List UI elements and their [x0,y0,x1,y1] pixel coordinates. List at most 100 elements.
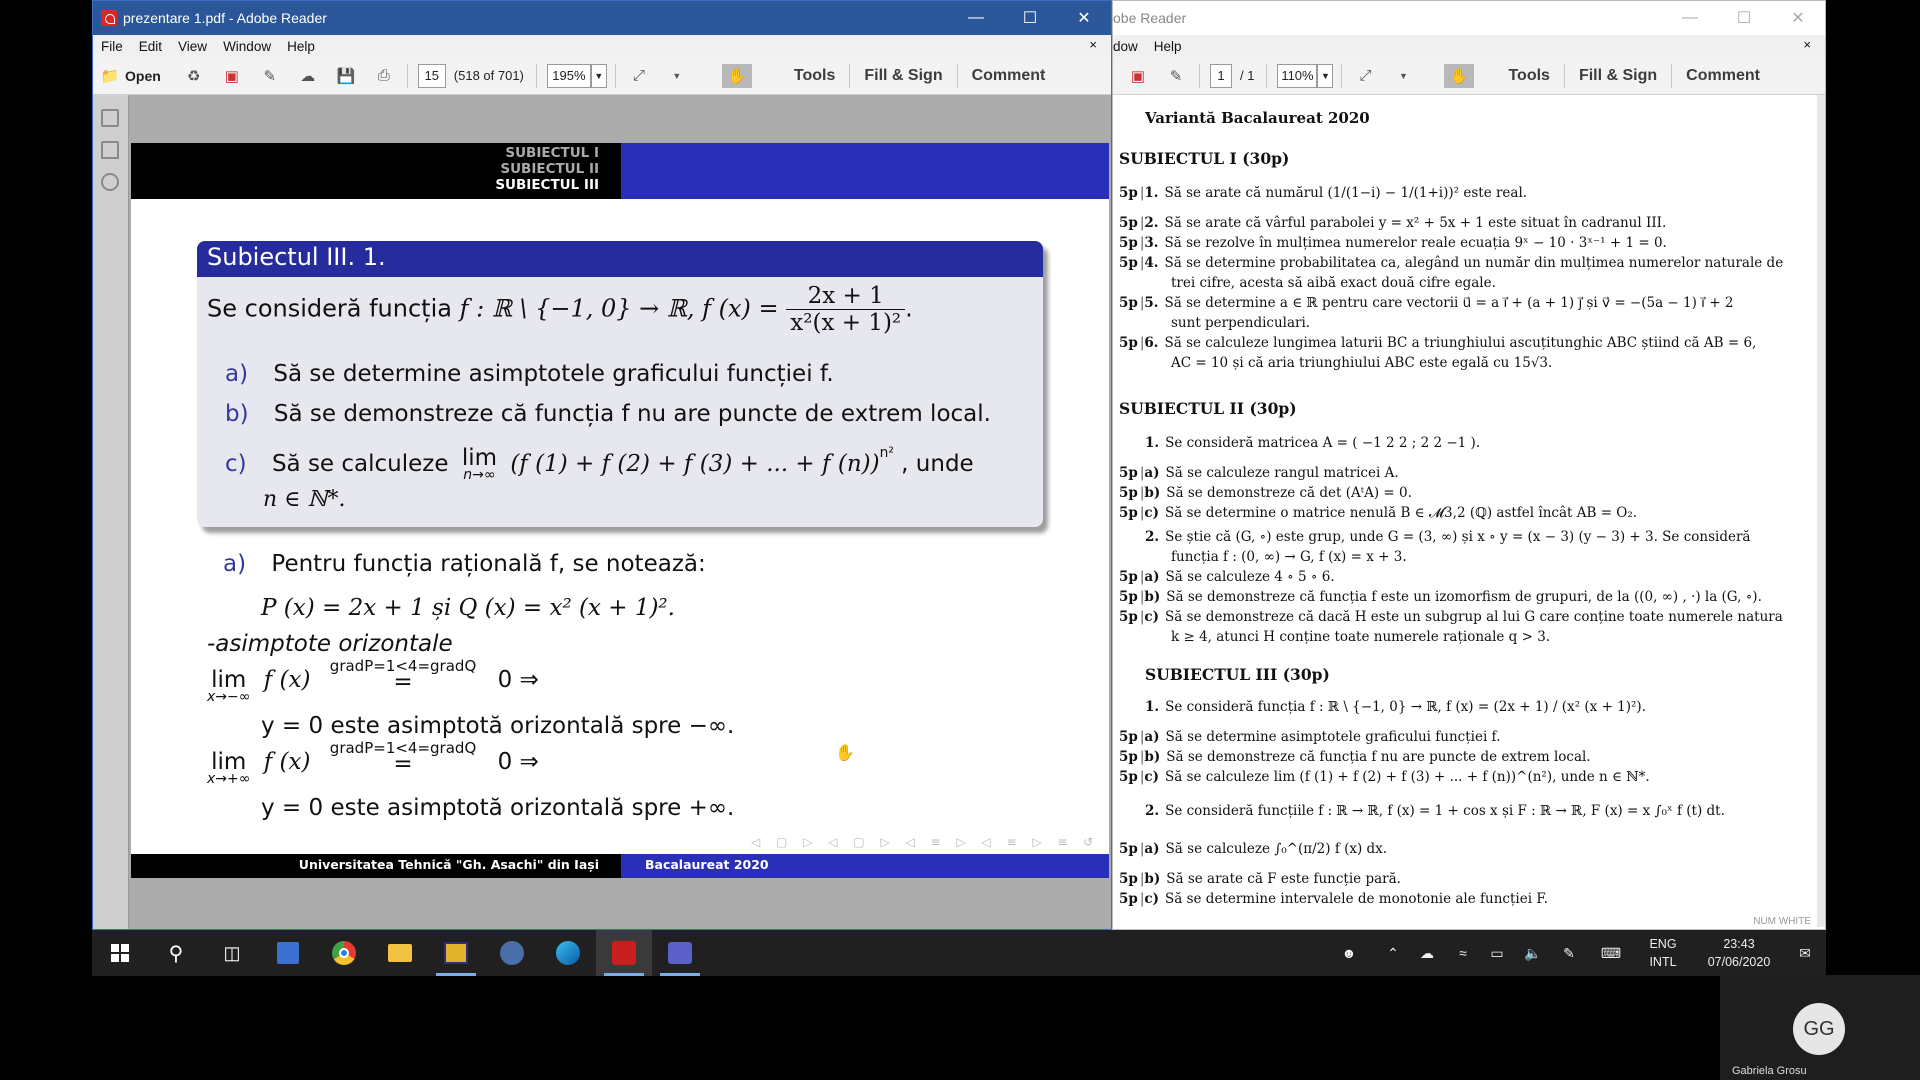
tools-button[interactable]: Tools [1498,67,1559,85]
drawing-app-icon[interactable] [428,930,484,976]
battery-icon[interactable]: ▭ [1482,930,1512,976]
comment-button[interactable]: Comment [1676,67,1770,85]
comment-button[interactable]: Comment [962,67,1056,85]
participant-avatar: GG [1793,1003,1845,1055]
page-number-input[interactable]: 1 [1210,63,1232,88]
start-button[interactable] [92,930,148,976]
people-icon[interactable]: ☻ [1334,930,1364,976]
create-pdf-icon[interactable]: ▣ [219,64,245,88]
save-icon[interactable]: 💾 [333,64,359,88]
clock[interactable]: 23:43 07/06/2020 [1694,930,1784,976]
item-text: Să se arate că vârful parabolei y = x² +… [1164,215,1667,231]
s2-row: 2. Se știe că (G, ∘) este grup, unde G = … [1145,529,1750,545]
create-pdf-icon[interactable]: ▣ [1125,64,1151,88]
pages-panel-icon[interactable] [101,109,119,127]
item-number: 2. [1145,529,1160,545]
menu-file[interactable]: File [93,39,131,54]
edge-icon[interactable] [540,930,596,976]
participant-name: Gabriela Grosu [1732,1065,1807,1077]
attachment-icon[interactable] [101,173,119,191]
hand-tool-icon[interactable]: ✋ [721,63,752,88]
hand-tool-icon[interactable]: ✋ [1444,63,1475,88]
close-button[interactable]: ✕ [1057,1,1111,35]
beamer-navigation-icons[interactable]: ◁ ▢ ▷ ◁ ▢ ▷ ◁ ≡ ▷ ◁ ≡ ▷ ≡ ↺ ⌕ ↻ [751,835,1111,850]
onedrive-icon[interactable]: ☁ [1412,930,1442,976]
more-tools-chevron-icon[interactable]: ▼ [664,64,690,88]
pen-icon[interactable]: ✎ [1554,930,1584,976]
lim1-result: 0 ⇒ [497,667,539,693]
edit-icon[interactable]: ✎ [257,64,283,88]
video-participant-tile[interactable]: GG Gabriela Grosu [1720,975,1920,1080]
open-button[interactable]: Open [125,68,161,84]
adobe-reader-taskbar-icon[interactable] [596,930,652,976]
fill-sign-button[interactable]: Fill & Sign [1569,67,1667,85]
zoom-input[interactable]: 110% [1277,63,1318,88]
save-app-icon[interactable] [260,930,316,976]
print-icon[interactable]: ⎙ [371,64,397,88]
lim2-result: 0 ⇒ [497,749,539,775]
menu-edit[interactable]: Edit [131,39,170,54]
page-number-input[interactable]: 15 [417,63,446,88]
tray-chevron-icon[interactable]: ⌃ [1378,930,1408,976]
s2-row: 1. Se consideră matricea A = ( −1 2 2 ; 2… [1145,435,1480,451]
menu-window[interactable]: dow [1113,39,1146,54]
bookmark-icon[interactable] [101,141,119,159]
close-button[interactable]: ✕ [1771,1,1825,35]
language-indicator[interactable]: ENG INTL [1640,930,1686,976]
points-label: 5p [1119,589,1138,605]
nav-subiectul-3[interactable]: SUBIECTUL III [131,177,599,193]
item-text: Să se calculeze lim (f (1) + f (2) + f (… [1165,769,1650,785]
solution-a-label: a) [223,551,247,577]
touch-keyboard-icon[interactable]: ⌨ [1596,930,1626,976]
toolbar-separator [1199,63,1200,88]
item-number: c) [1144,769,1160,785]
menu-window[interactable]: Window [215,39,279,54]
fit-page-icon[interactable]: ⤢ [1352,64,1378,88]
volume-icon[interactable]: 🔈 [1518,930,1548,976]
minimize-button[interactable]: — [949,1,1003,35]
maximize-button[interactable]: ☐ [1003,1,1057,35]
section-nav: SUBIECTUL I SUBIECTUL II SUBIECTUL III [131,143,621,199]
points-label: 5p [1119,569,1138,585]
nav-subiectul-1[interactable]: SUBIECTUL I [131,145,599,161]
left-title-bar[interactable]: prezentare 1.pdf - Adobe Reader — ☐ ✕ [93,1,1111,35]
block-title: Subiectul III. 1. [197,241,1043,277]
points-label: 5p [1119,749,1138,765]
language-code: ENG [1649,937,1677,951]
item-c-label: c) [225,451,247,477]
menu-help[interactable]: Help [279,39,323,54]
menu-help[interactable]: Help [1146,39,1190,54]
fit-page-icon[interactable]: ⤢ [626,64,652,88]
close-panel-icon[interactable]: × [1081,37,1105,52]
zoom-input[interactable]: 195% [546,63,591,88]
edit-icon[interactable]: ✎ [1163,64,1189,88]
item-text: Să se arate că F este funcție pară. [1166,871,1401,887]
teams-icon[interactable] [652,930,708,976]
task-view-icon[interactable]: ◫ [204,930,260,976]
zoom-dropdown-icon[interactable]: ▼ [1317,63,1334,88]
file-explorer-icon[interactable] [372,930,428,976]
chrome-icon[interactable] [316,930,372,976]
maximize-button[interactable]: ☐ [1717,1,1771,35]
nav-subiectul-2[interactable]: SUBIECTUL II [131,161,599,177]
fill-sign-button[interactable]: Fill & Sign [854,67,952,85]
folder-open-icon[interactable]: 📁 [101,64,120,88]
tools-button[interactable]: Tools [784,67,845,85]
limit-minus-infinity: lim x→−∞ f (x) gradP=1<4=gradQ = 0 ⇒ [207,657,539,705]
cloud-upload-icon[interactable]: ☁ [295,64,321,88]
minimize-button[interactable]: — [1663,1,1717,35]
remote-app-icon[interactable] [484,930,540,976]
scrollbar[interactable] [1817,95,1825,927]
menu-view[interactable]: View [170,39,215,54]
s3-row: 5p |a) Să se calculeze ∫₀^(π/2) f (x) dx. [1119,841,1387,857]
close-panel-icon[interactable]: × [1795,37,1819,52]
more-tools-chevron-icon[interactable]: ▼ [1390,64,1416,88]
search-icon[interactable]: ⚲ [148,930,204,976]
zoom-dropdown-icon[interactable]: ▼ [590,63,607,88]
wifi-icon[interactable]: ≈ [1448,930,1478,976]
left-menu-bar: File Edit View Window Help × [93,35,1111,57]
toolbar-separator [1266,63,1268,88]
convert-icon[interactable]: ♻ [181,64,207,88]
right-title-bar[interactable]: obe Reader — ☐ ✕ [1113,1,1825,35]
notifications-icon[interactable]: ✉ [1788,930,1822,976]
